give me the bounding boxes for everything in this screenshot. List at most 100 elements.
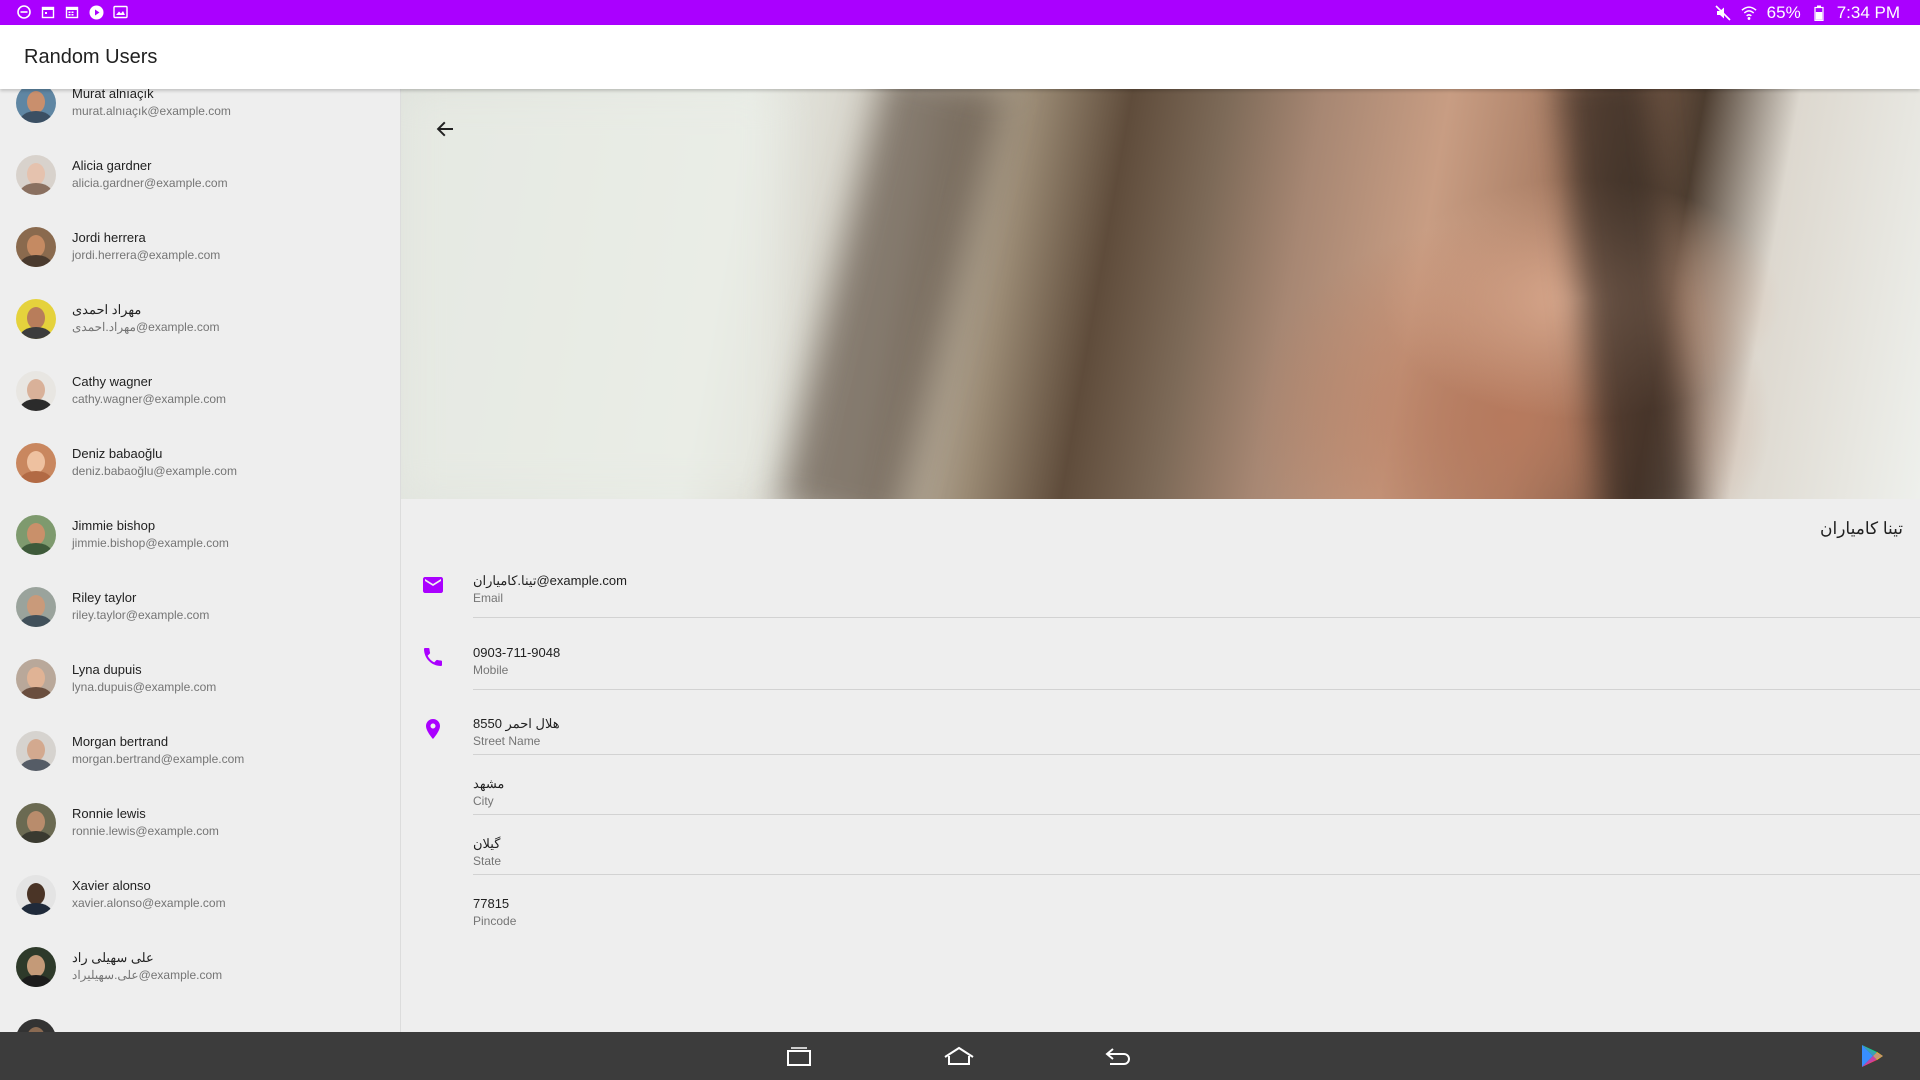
- user-name: Alicia gardner: [72, 158, 152, 173]
- list-item[interactable]: Xavier alonso xavier.alonso@example.com: [0, 859, 400, 931]
- gallery-icon: [112, 4, 128, 20]
- avatar: [16, 89, 56, 123]
- divider: [473, 689, 1920, 690]
- status-bar: 65% 7:34 PM: [0, 0, 1920, 25]
- recent-apps-icon: [787, 1047, 811, 1066]
- divider: [473, 814, 1920, 815]
- play-icon: [88, 4, 104, 20]
- back-nav-button[interactable]: [1090, 1040, 1146, 1072]
- avatar: [16, 875, 56, 915]
- avatar: [16, 947, 56, 987]
- minus-circle-icon: [16, 4, 32, 20]
- arrow-back-icon: [436, 121, 453, 137]
- divider: [473, 617, 1920, 618]
- user-email: xavier.alonso@example.com: [72, 896, 226, 910]
- avatar: [16, 371, 56, 411]
- calendar-icon: [40, 4, 56, 20]
- street-value: 8550 هلال احمر: [473, 716, 560, 731]
- user-name: Lyna dupuis: [72, 662, 142, 677]
- system-status: 65% 7:34 PM: [1715, 0, 1900, 25]
- user-email: morgan.bertrand@example.com: [72, 752, 245, 766]
- recent-apps-button[interactable]: [771, 1040, 827, 1072]
- avatar: [16, 443, 56, 483]
- user-email: riley.taylor@example.com: [72, 608, 210, 622]
- list-item[interactable]: Ronnie lewis ronnie.lewis@example.com: [0, 787, 400, 859]
- list-item[interactable]: Jordi herrera jordi.herrera@example.com: [0, 211, 400, 283]
- state-label: State: [473, 854, 502, 868]
- user-email: lyna.dupuis@example.com: [72, 680, 217, 694]
- mobile-value: 0903-711-9048: [473, 645, 561, 660]
- list-item[interactable]: Deniz babaoğlu deniz.babaoğlu@example.co…: [0, 427, 400, 499]
- profile-photo: [401, 89, 1920, 499]
- city-label: City: [473, 794, 494, 808]
- list-item[interactable]: Jimmie bishop jimmie.bishop@example.com: [0, 499, 400, 571]
- battery-percent: 65%: [1766, 2, 1801, 22]
- home-button[interactable]: [931, 1040, 987, 1072]
- wifi-icon: [1741, 5, 1757, 21]
- user-name: Morgan bertrand: [72, 734, 169, 749]
- user-name: مهراد احمدی: [72, 302, 142, 317]
- location-pin-icon: [426, 719, 440, 739]
- user-email: jimmie.bishop@example.com: [72, 536, 229, 550]
- play-store-button[interactable]: [1844, 1040, 1900, 1072]
- user-name: Cathy wagner: [72, 374, 153, 389]
- calendar-grid-icon: [64, 4, 80, 20]
- user-list-track: Murat alnıaçık murat.alnıaçık@example.co…: [0, 89, 400, 1032]
- user-name: Murat alnıaçık: [72, 89, 154, 101]
- app-bar: Random Users: [0, 25, 1920, 89]
- avatar: [16, 515, 56, 555]
- user-name: Ronnie lewis: [72, 806, 146, 821]
- avatar: [16, 227, 56, 267]
- user-email: cathy.wagner@example.com: [72, 392, 227, 406]
- user-name: علی سهیلی راد: [72, 950, 154, 965]
- notification-icons: [16, 4, 128, 20]
- user-email: jordi.herrera@example.com: [72, 248, 221, 262]
- user-email: deniz.babaoğlu@example.com: [72, 464, 237, 478]
- address-row[interactable]: 8550 هلال احمر Street Name مشهد City گیل…: [401, 716, 1920, 936]
- pincode-value: 77815: [473, 896, 510, 911]
- mute-icon: [1715, 4, 1731, 21]
- detail-user-name: تینا کامیاران: [1820, 519, 1903, 538]
- list-item[interactable]: Cathy wagner cathy.wagner@example.com: [0, 355, 400, 427]
- avatar: [16, 803, 56, 843]
- avatar: [16, 1019, 56, 1032]
- back-button[interactable]: [421, 105, 469, 153]
- user-email: alicia.gardner@example.com: [72, 176, 228, 190]
- phone-icon: [424, 648, 442, 666]
- user-name: Xavier alonso: [72, 878, 151, 893]
- state-value: گیلان: [473, 836, 501, 851]
- user-name: Jordi herrera: [72, 230, 146, 245]
- play-store-icon: [1862, 1045, 1883, 1067]
- pincode-label: Pincode: [473, 914, 517, 928]
- user-email: علی.سهیلیراد@example.com: [72, 968, 223, 982]
- avatar: [16, 731, 56, 771]
- list-item[interactable]: Murat alnıaçık murat.alnıaçık@example.co…: [0, 89, 400, 139]
- avatar: [16, 587, 56, 627]
- battery-icon: [1811, 5, 1827, 21]
- list-item[interactable]: Alicia gardner alicia.gardner@example.co…: [0, 139, 400, 211]
- list-item[interactable]: Morgan bertrand morgan.bertrand@example.…: [0, 715, 400, 787]
- app-title: Random Users: [24, 46, 158, 68]
- divider: [473, 874, 1920, 875]
- user-email: مهراد.احمدی@example.com: [72, 320, 220, 334]
- email-row[interactable]: تینا.کامیاران@example.com Email: [401, 573, 1920, 645]
- mobile-row[interactable]: 0903-711-9048 Mobile: [401, 645, 1920, 717]
- email-value: تینا.کامیاران@example.com: [473, 573, 627, 588]
- list-item[interactable]: علی سهیلی راد علی.سهیلیراد@example.com: [0, 931, 400, 1003]
- divider: [473, 754, 1920, 755]
- email-icon: [423, 577, 443, 593]
- user-name: Deniz babaoğlu: [72, 446, 163, 461]
- user-email: ronnie.lewis@example.com: [72, 824, 219, 838]
- list-item[interactable]: Lyna dupuis lyna.dupuis@example.com: [0, 643, 400, 715]
- street-label: Street Name: [473, 734, 541, 748]
- home-icon: [944, 1046, 974, 1065]
- list-item[interactable]: مهراد احمدی مهراد.احمدی@example.com: [0, 283, 400, 355]
- user-email: murat.alnıaçık@example.com: [72, 104, 231, 118]
- list-item[interactable]: Riley taylor riley.taylor@example.com: [0, 571, 400, 643]
- clock: 7:34 PM: [1836, 2, 1900, 22]
- user-list[interactable]: Murat alnıaçık murat.alnıaçık@example.co…: [0, 89, 401, 1032]
- list-item[interactable]: [0, 1003, 400, 1032]
- navigation-bar: [0, 1032, 1920, 1080]
- city-value: مشهد: [473, 776, 505, 791]
- user-name: Riley taylor: [72, 590, 137, 605]
